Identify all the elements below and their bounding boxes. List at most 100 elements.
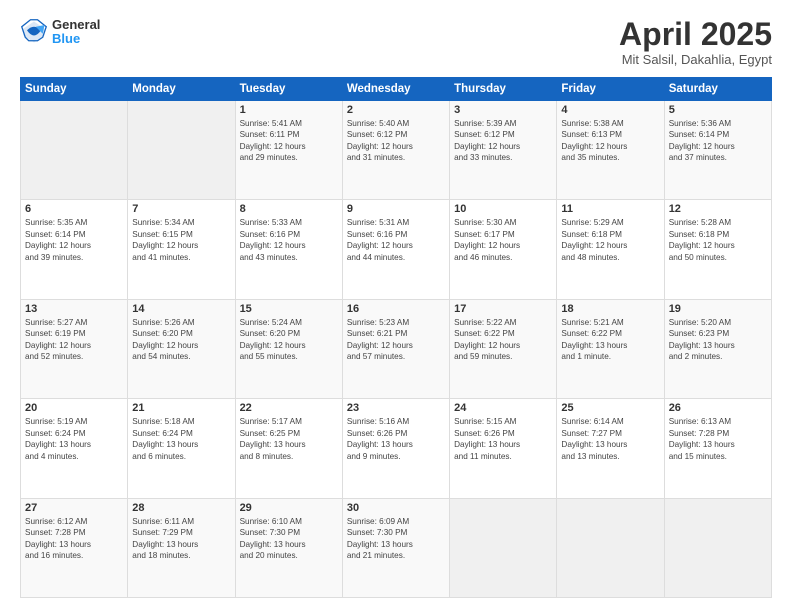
header: General Blue April 2025 Mit Salsil, Daka…: [20, 18, 772, 67]
day-info: Sunrise: 5:15 AM Sunset: 6:26 PM Dayligh…: [454, 416, 552, 462]
day-cell: 20 Sunrise: 5:19 AM Sunset: 6:24 PM Dayli…: [21, 399, 128, 498]
day-number: 5: [669, 104, 767, 116]
day-info: Sunrise: 6:10 AM Sunset: 7:30 PM Dayligh…: [240, 516, 338, 562]
day-cell: 1 Sunrise: 5:41 AM Sunset: 6:11 PM Daylig…: [235, 101, 342, 200]
day-cell: 30 Sunrise: 6:09 AM Sunset: 7:30 PM Dayli…: [342, 498, 449, 597]
day-number: 13: [25, 303, 123, 315]
day-number: 30: [347, 502, 445, 514]
day-number: 26: [669, 402, 767, 414]
logo-general: General: [52, 18, 100, 32]
day-number: 27: [25, 502, 123, 514]
logo-blue: Blue: [52, 32, 100, 46]
day-cell: 24 Sunrise: 5:15 AM Sunset: 6:26 PM Dayli…: [450, 399, 557, 498]
day-cell: 14 Sunrise: 5:26 AM Sunset: 6:20 PM Dayli…: [128, 299, 235, 398]
day-number: 7: [132, 203, 230, 215]
day-number: 8: [240, 203, 338, 215]
day-cell: 4 Sunrise: 5:38 AM Sunset: 6:13 PM Daylig…: [557, 101, 664, 200]
day-info: Sunrise: 5:40 AM Sunset: 6:12 PM Dayligh…: [347, 118, 445, 164]
day-info: Sunrise: 5:41 AM Sunset: 6:11 PM Dayligh…: [240, 118, 338, 164]
logo: General Blue: [20, 18, 100, 47]
day-cell: 2 Sunrise: 5:40 AM Sunset: 6:12 PM Daylig…: [342, 101, 449, 200]
day-info: Sunrise: 5:23 AM Sunset: 6:21 PM Dayligh…: [347, 317, 445, 363]
day-info: Sunrise: 5:16 AM Sunset: 6:26 PM Dayligh…: [347, 416, 445, 462]
week-row-0: 1 Sunrise: 5:41 AM Sunset: 6:11 PM Daylig…: [21, 101, 772, 200]
day-cell: 21Sunrise: 5:18 AM Sunset: 6:24 PM Dayli…: [128, 399, 235, 498]
day-number: 20: [25, 402, 123, 414]
day-number: 15: [240, 303, 338, 315]
day-info: Sunrise: 6:12 AM Sunset: 7:28 PM Dayligh…: [25, 516, 123, 562]
day-number: 16: [347, 303, 445, 315]
day-number: 1: [240, 104, 338, 116]
day-cell: 29 Sunrise: 6:10 AM Sunset: 7:30 PM Dayli…: [235, 498, 342, 597]
day-number: 9: [347, 203, 445, 215]
day-cell: 5Sunrise: 5:36 AM Sunset: 6:14 PM Daylig…: [664, 101, 771, 200]
week-row-2: 13 Sunrise: 5:27 AM Sunset: 6:19 PM Dayli…: [21, 299, 772, 398]
day-header-sunday: Sunday: [21, 78, 128, 101]
day-number: 29: [240, 502, 338, 514]
day-cell: [450, 498, 557, 597]
title-block: April 2025 Mit Salsil, Dakahlia, Egypt: [619, 18, 772, 67]
day-info: Sunrise: 5:33 AM Sunset: 6:16 PM Dayligh…: [240, 217, 338, 263]
day-cell: 6 Sunrise: 5:35 AM Sunset: 6:14 PM Daylig…: [21, 200, 128, 299]
day-cell: 25Sunrise: 6:14 AM Sunset: 7:27 PM Dayli…: [557, 399, 664, 498]
day-cell: 28Sunrise: 6:11 AM Sunset: 7:29 PM Dayli…: [128, 498, 235, 597]
day-info: Sunrise: 5:17 AM Sunset: 6:25 PM Dayligh…: [240, 416, 338, 462]
day-number: 21: [132, 402, 230, 414]
day-header-friday: Friday: [557, 78, 664, 101]
week-row-4: 27 Sunrise: 6:12 AM Sunset: 7:28 PM Dayli…: [21, 498, 772, 597]
day-number: 6: [25, 203, 123, 215]
day-cell: 22 Sunrise: 5:17 AM Sunset: 6:25 PM Dayli…: [235, 399, 342, 498]
day-cell: 26 Sunrise: 6:13 AM Sunset: 7:28 PM Dayli…: [664, 399, 771, 498]
logo-icon: [20, 18, 48, 46]
day-cell: [557, 498, 664, 597]
day-info: Sunrise: 5:27 AM Sunset: 6:19 PM Dayligh…: [25, 317, 123, 363]
day-cell: 12Sunrise: 5:28 AM Sunset: 6:18 PM Dayli…: [664, 200, 771, 299]
calendar-header-row: SundayMondayTuesdayWednesdayThursdayFrid…: [21, 78, 772, 101]
day-info: Sunrise: 6:09 AM Sunset: 7:30 PM Dayligh…: [347, 516, 445, 562]
day-cell: [21, 101, 128, 200]
day-info: Sunrise: 6:13 AM Sunset: 7:28 PM Dayligh…: [669, 416, 767, 462]
day-info: Sunrise: 5:26 AM Sunset: 6:20 PM Dayligh…: [132, 317, 230, 363]
day-header-wednesday: Wednesday: [342, 78, 449, 101]
day-info: Sunrise: 5:22 AM Sunset: 6:22 PM Dayligh…: [454, 317, 552, 363]
day-number: 12: [669, 203, 767, 215]
day-info: Sunrise: 5:38 AM Sunset: 6:13 PM Dayligh…: [561, 118, 659, 164]
day-header-tuesday: Tuesday: [235, 78, 342, 101]
day-info: Sunrise: 5:19 AM Sunset: 6:24 PM Dayligh…: [25, 416, 123, 462]
day-cell: 9 Sunrise: 5:31 AM Sunset: 6:16 PM Daylig…: [342, 200, 449, 299]
day-cell: 18Sunrise: 5:21 AM Sunset: 6:22 PM Dayli…: [557, 299, 664, 398]
day-number: 4: [561, 104, 659, 116]
location: Mit Salsil, Dakahlia, Egypt: [619, 52, 772, 67]
day-number: 2: [347, 104, 445, 116]
day-info: Sunrise: 6:11 AM Sunset: 7:29 PM Dayligh…: [132, 516, 230, 562]
day-header-thursday: Thursday: [450, 78, 557, 101]
day-cell: 8 Sunrise: 5:33 AM Sunset: 6:16 PM Daylig…: [235, 200, 342, 299]
day-cell: 16 Sunrise: 5:23 AM Sunset: 6:21 PM Dayli…: [342, 299, 449, 398]
day-cell: [128, 101, 235, 200]
page: General Blue April 2025 Mit Salsil, Daka…: [0, 0, 792, 612]
logo-text: General Blue: [52, 18, 100, 47]
day-info: Sunrise: 5:21 AM Sunset: 6:22 PM Dayligh…: [561, 317, 659, 363]
day-info: Sunrise: 5:31 AM Sunset: 6:16 PM Dayligh…: [347, 217, 445, 263]
day-cell: 27 Sunrise: 6:12 AM Sunset: 7:28 PM Dayli…: [21, 498, 128, 597]
day-number: 14: [132, 303, 230, 315]
day-header-monday: Monday: [128, 78, 235, 101]
week-row-1: 6 Sunrise: 5:35 AM Sunset: 6:14 PM Daylig…: [21, 200, 772, 299]
day-number: 23: [347, 402, 445, 414]
day-cell: 7 Sunrise: 5:34 AM Sunset: 6:15 PM Daylig…: [128, 200, 235, 299]
day-number: 10: [454, 203, 552, 215]
day-number: 22: [240, 402, 338, 414]
day-cell: 11Sunrise: 5:29 AM Sunset: 6:18 PM Dayli…: [557, 200, 664, 299]
day-cell: 13 Sunrise: 5:27 AM Sunset: 6:19 PM Dayli…: [21, 299, 128, 398]
week-row-3: 20 Sunrise: 5:19 AM Sunset: 6:24 PM Dayli…: [21, 399, 772, 498]
day-info: Sunrise: 5:30 AM Sunset: 6:17 PM Dayligh…: [454, 217, 552, 263]
day-cell: 15Sunrise: 5:24 AM Sunset: 6:20 PM Dayli…: [235, 299, 342, 398]
day-cell: 19Sunrise: 5:20 AM Sunset: 6:23 PM Dayli…: [664, 299, 771, 398]
day-info: Sunrise: 5:35 AM Sunset: 6:14 PM Dayligh…: [25, 217, 123, 263]
day-info: Sunrise: 6:14 AM Sunset: 7:27 PM Dayligh…: [561, 416, 659, 462]
day-info: Sunrise: 5:34 AM Sunset: 6:15 PM Dayligh…: [132, 217, 230, 263]
day-number: 24: [454, 402, 552, 414]
day-number: 17: [454, 303, 552, 315]
day-cell: 3Sunrise: 5:39 AM Sunset: 6:12 PM Daylig…: [450, 101, 557, 200]
day-number: 3: [454, 104, 552, 116]
